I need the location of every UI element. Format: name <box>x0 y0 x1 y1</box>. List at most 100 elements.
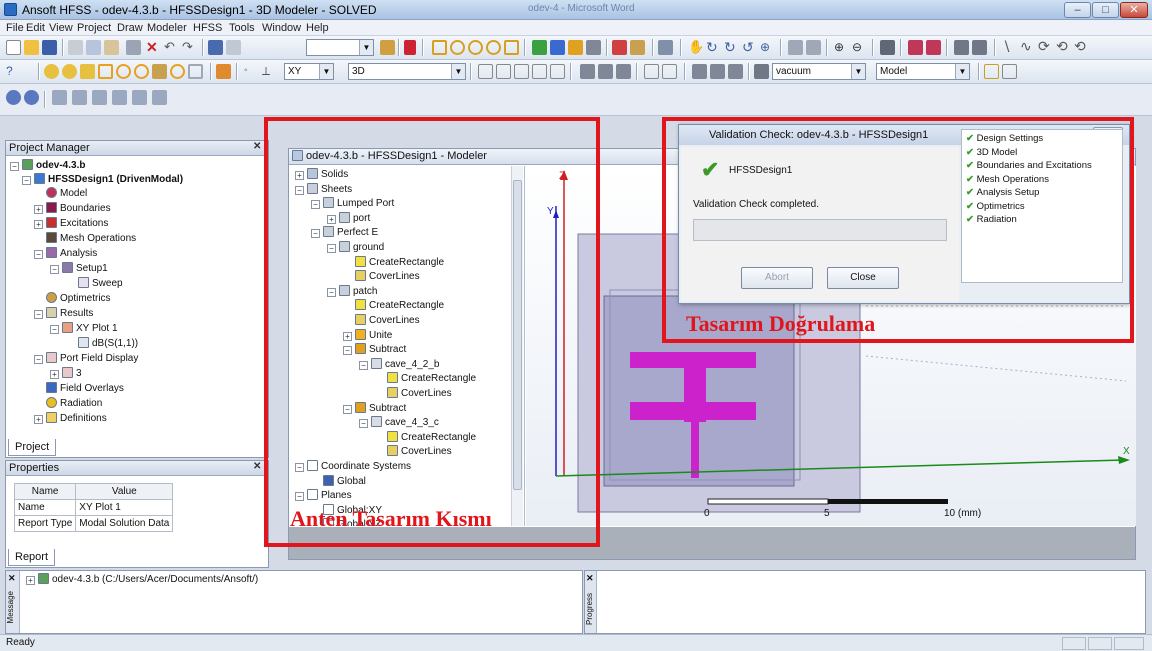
tree-item-design[interactable]: − HFSSDesign1 (DrivenModal) <box>22 173 183 187</box>
tab-report[interactable]: Report <box>8 549 56 566</box>
line-icon[interactable]: ∖ <box>1002 39 1017 55</box>
menu-file[interactable]: File <box>6 22 24 34</box>
maximize-button[interactable]: □ <box>1092 2 1119 18</box>
mesh-icon[interactable] <box>908 40 923 55</box>
plane-select[interactable]: XY ▼ <box>284 63 334 80</box>
boolean-2-icon[interactable] <box>496 64 511 79</box>
view-alt-icon[interactable] <box>806 40 821 55</box>
menu-draw[interactable]: Draw <box>117 22 143 34</box>
script-4-icon[interactable] <box>112 90 127 105</box>
draw-sphere-icon[interactable] <box>468 40 483 55</box>
measure-2-icon[interactable] <box>710 64 725 79</box>
message-close-icon[interactable]: ✕ <box>8 573 16 584</box>
script-5-icon[interactable] <box>132 90 147 105</box>
tree-item-model[interactable]: Model <box>46 187 87 201</box>
tree-item-project[interactable]: − odev-4.3.b <box>10 159 85 173</box>
print-icon[interactable] <box>126 40 141 55</box>
zoom-in-icon[interactable]: ⊕ <box>834 40 849 55</box>
help-icon[interactable]: ? <box>6 64 21 79</box>
material-select[interactable]: vacuum ▼ <box>772 63 866 80</box>
grid-2-icon[interactable] <box>662 64 677 79</box>
network-1-icon[interactable] <box>6 90 21 105</box>
pan-icon[interactable]: ✋ <box>688 40 704 55</box>
tree-item-optimetrics[interactable]: Optimetrics <box>46 292 111 306</box>
new-file-icon[interactable] <box>6 40 21 55</box>
menu-modeler[interactable]: Modeler <box>147 22 187 34</box>
paste-icon[interactable] <box>104 40 119 55</box>
cut-icon[interactable] <box>68 40 83 55</box>
rotate-icon[interactable]: ↻ <box>706 40 721 55</box>
view-icon[interactable] <box>788 40 803 55</box>
delete-icon[interactable]: ✕ <box>146 40 161 55</box>
modeler-tool-6-icon[interactable] <box>134 64 149 79</box>
copy-icon[interactable] <box>86 40 101 55</box>
save-icon[interactable] <box>42 40 57 55</box>
grid-1-icon[interactable] <box>644 64 659 79</box>
minimize-button[interactable]: – <box>1064 2 1091 18</box>
zoom-out-icon[interactable]: ⊖ <box>852 40 867 55</box>
boolean-3-icon[interactable] <box>514 64 529 79</box>
align-1-icon[interactable] <box>580 64 595 79</box>
rotate-axis-icon[interactable]: ↻ <box>724 40 739 55</box>
redo-icon[interactable]: ↷ <box>182 40 197 55</box>
properties-close-icon[interactable]: ✕ <box>253 461 261 472</box>
draw-box-icon[interactable] <box>432 40 447 55</box>
spline-icon[interactable]: ⟳ <box>1038 39 1053 55</box>
modeler-tool-4-icon[interactable] <box>98 64 113 79</box>
validate-icon[interactable] <box>532 40 547 55</box>
snap-icon[interactable]: ◦ <box>244 64 259 79</box>
rotate-screen-icon[interactable]: ↺ <box>742 40 757 55</box>
modeler-tool-1-icon[interactable] <box>44 64 59 79</box>
tree-item-radiation[interactable]: Radiation <box>46 397 102 411</box>
align-2-icon[interactable] <box>598 64 613 79</box>
tree-item-trace[interactable]: dB(S(1,1)) <box>78 337 138 351</box>
network-2-icon[interactable] <box>24 90 39 105</box>
align-3-icon[interactable] <box>616 64 631 79</box>
arc-icon[interactable]: ∿ <box>1020 39 1035 55</box>
tree-item-results[interactable]: − Results <box>34 307 93 321</box>
properties-icon[interactable] <box>208 40 223 55</box>
property-value[interactable]: XY Plot 1 <box>75 499 174 516</box>
script-6-icon[interactable] <box>152 90 167 105</box>
help-context-icon[interactable] <box>226 40 241 55</box>
tree-item-setup1[interactable]: − Setup1 <box>50 262 108 276</box>
progress-side-tab[interactable]: ✕ Progress <box>585 571 597 633</box>
zoom-icon[interactable]: ⊕ <box>760 40 775 55</box>
measure-1-icon[interactable] <box>692 64 707 79</box>
menu-window[interactable]: Window <box>262 22 301 34</box>
tree-item-analysis[interactable]: − Analysis <box>34 247 97 261</box>
modeler-tool-8-icon[interactable] <box>170 64 185 79</box>
modeler-tool-9-icon[interactable] <box>188 64 203 79</box>
modeler-tool-2-icon[interactable] <box>62 64 77 79</box>
script-1-icon[interactable] <box>52 90 67 105</box>
field-icon[interactable] <box>612 40 627 55</box>
boolean-5-icon[interactable] <box>550 64 565 79</box>
tree-item-mesh-operations[interactable]: Mesh Operations <box>46 232 136 246</box>
menu-view[interactable]: View <box>49 22 73 34</box>
modeler-tool-7-icon[interactable] <box>152 64 167 79</box>
script-3-icon[interactable] <box>92 90 107 105</box>
plot-icon[interactable] <box>630 40 645 55</box>
close-button[interactable]: ✕ <box>1120 2 1148 18</box>
snap-alt-icon[interactable]: ⟂ <box>262 64 277 79</box>
view-mode-select[interactable]: 3D ▼ <box>348 63 466 80</box>
property-value[interactable]: Modal Solution Data <box>75 515 174 532</box>
message-side-tab[interactable]: ✕ Message <box>6 571 20 633</box>
menu-edit[interactable]: Edit <box>26 22 45 34</box>
modeler-tool-10-icon[interactable] <box>216 64 231 79</box>
tree-item-definitions[interactable]: + Definitions <box>34 412 107 426</box>
tree-item-excitations[interactable]: + Excitations <box>34 217 108 231</box>
tree-item-field-overlays[interactable]: Field Overlays <box>46 382 124 396</box>
material-icon[interactable] <box>404 40 416 55</box>
script-2-icon[interactable] <box>72 90 87 105</box>
coord-alt-icon[interactable] <box>972 40 987 55</box>
coord-icon[interactable] <box>954 40 969 55</box>
analyze-icon[interactable] <box>550 40 565 55</box>
material-palette-icon[interactable] <box>754 64 769 79</box>
progress-close-icon[interactable]: ✕ <box>586 573 594 584</box>
render-icon[interactable] <box>880 40 895 55</box>
boolean-1-icon[interactable] <box>478 64 493 79</box>
undo-icon[interactable]: ↶ <box>164 40 179 55</box>
results-icon[interactable] <box>568 40 583 55</box>
modeler-tool-5-icon[interactable] <box>116 64 131 79</box>
